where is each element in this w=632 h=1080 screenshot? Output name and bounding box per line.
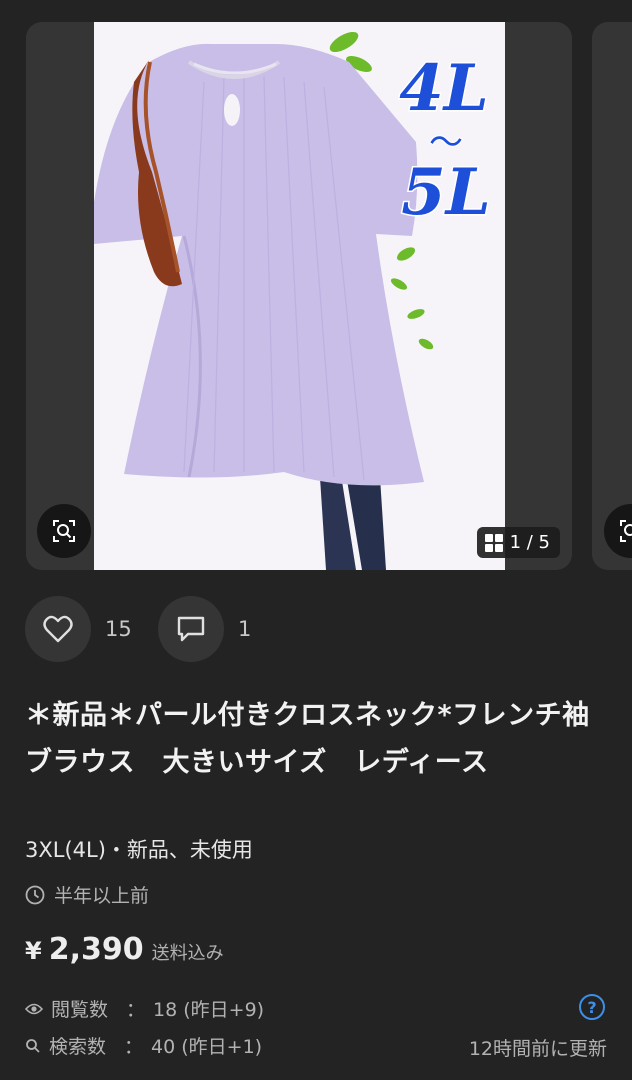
searches-value: 40 (昨日+1): [151, 1036, 263, 1058]
product-photo[interactable]: 4L ～ 5L: [94, 22, 505, 570]
like-count: 15: [105, 617, 132, 641]
search-stats: 検索数 ： 40 (昨日+1): [25, 1032, 262, 1059]
searches-label: 検索数: [49, 1036, 107, 1058]
updated-time: 12時間前に更新: [468, 1038, 607, 1060]
comment-group: 1: [158, 596, 251, 662]
grid-icon: [484, 533, 503, 552]
searches-colon: ：: [124, 1036, 144, 1058]
like-group: 15: [25, 596, 158, 662]
comment-count: 1: [238, 617, 252, 641]
listed-time: 半年以上前: [25, 881, 149, 908]
zoom-button-next[interactable]: [604, 504, 632, 558]
view-stats: 閲覧数 ： 18 (昨日+9): [25, 995, 264, 1022]
help-button[interactable]: ?: [579, 994, 605, 1020]
product-image-card[interactable]: 4L ～ 5L 1 / 5: [26, 22, 572, 570]
price: ¥ 2,390 送料込み: [25, 932, 224, 967]
views-colon: ：: [126, 999, 146, 1021]
item-title: ＊新品＊パール付きクロスネック*フレンチ袖ブラウス 大きいサイズ レディース: [25, 700, 590, 778]
comment-button[interactable]: [158, 596, 224, 662]
views-value: 18 (昨日+9): [153, 999, 265, 1021]
item-condition: 3XL(4L)・新品、未使用: [25, 838, 253, 862]
overlay-text-5l: 5L: [401, 155, 491, 230]
image-counter-text: 1 / 5: [509, 532, 550, 553]
price-amount: 2,390: [48, 932, 144, 967]
zoom-search-icon: [620, 520, 632, 542]
zoom-button[interactable]: [37, 504, 91, 558]
search-icon: [26, 1038, 40, 1053]
currency-symbol: ¥: [25, 937, 42, 965]
zoom-search-icon: [53, 520, 75, 542]
blouse-illustration: 4L ～ 5L: [94, 22, 505, 570]
clock-icon: [25, 885, 45, 904]
heart-icon: [43, 615, 73, 643]
eye-icon: [25, 1003, 43, 1014]
image-carousel[interactable]: 4L ～ 5L 1 / 5: [0, 0, 632, 590]
image-counter: 1 / 5: [476, 527, 560, 558]
like-button[interactable]: [25, 596, 91, 662]
next-image-card[interactable]: [592, 22, 632, 570]
comment-icon: [177, 616, 205, 642]
listed-time-text: 半年以上前: [54, 885, 150, 907]
action-bar: 15 1: [25, 596, 251, 662]
overlay-text-4l: 4L: [399, 51, 489, 126]
shipping-label: 送料込み: [151, 943, 224, 964]
views-label: 閲覧数: [51, 999, 109, 1021]
